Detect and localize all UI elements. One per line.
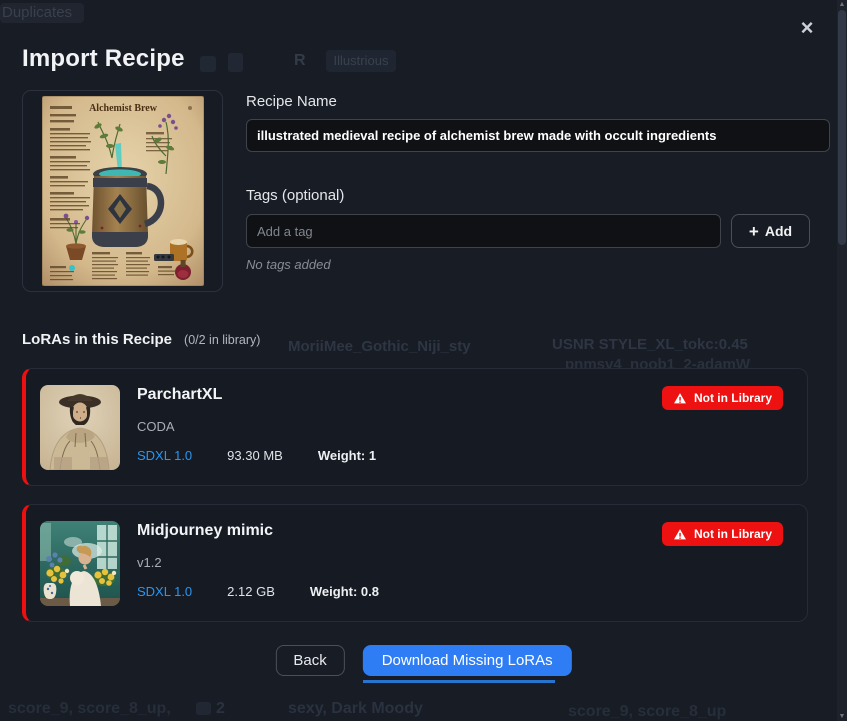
page-title: Import Recipe [22, 45, 185, 73]
background-count: 2 [216, 700, 225, 718]
add-tag-label: Add [765, 223, 792, 239]
tag-input[interactable] [246, 214, 721, 248]
background-prompt-text: score_9, score_8_up [568, 703, 726, 721]
status-badge: Not in Library [662, 386, 783, 410]
scrollbar-thumb[interactable] [838, 10, 846, 245]
lora-name: Midjourney mimic [137, 522, 273, 540]
background-model-pill: Illustrious [326, 50, 396, 72]
import-recipe-modal: Duplicates R Illustrious MoriiMee_Gothic… [0, 0, 847, 721]
lora-thumbnail [40, 521, 120, 606]
modal-footer: Back Download Missing LoRAs [275, 645, 571, 676]
recipe-preview-image: Alchemist Brew [42, 96, 204, 286]
scrollbar[interactable]: ▲ ▼ [837, 0, 847, 721]
background-share-icon [200, 56, 216, 72]
lora-weight: Weight: 1 [318, 448, 376, 463]
file-size: 93.30 MB [227, 448, 283, 463]
base-model-label: SDXL 1.0 [137, 448, 192, 463]
scroll-up-icon[interactable]: ▲ [837, 1, 847, 8]
background-prompt-text: sexy, Dark Moody [288, 700, 423, 718]
background-prompt-text: score_9, score_8_up, [8, 700, 171, 718]
status-badge: Not in Library [662, 522, 783, 546]
background-layers-icon [196, 702, 211, 715]
scroll-down-icon[interactable]: ▼ [837, 713, 847, 720]
file-size: 2.12 GB [227, 584, 275, 599]
loras-heading: LoRAs in this Recipe [22, 331, 172, 348]
warning-icon [673, 392, 687, 405]
lora-version: v1.2 [137, 555, 783, 570]
tags-label: Tags (optional) [246, 187, 344, 204]
close-icon[interactable]: × [794, 15, 820, 41]
status-badge-label: Not in Library [694, 391, 772, 405]
recipe-name-input[interactable] [246, 119, 830, 152]
loras-section-header: LoRAs in this Recipe (0/2 in library) [22, 331, 260, 348]
lora-card-midjourney-mimic: Midjourney mimic Not in Library v1.2 SDX… [22, 504, 808, 622]
warning-icon [673, 528, 687, 541]
lora-weight: Weight: 0.8 [310, 584, 379, 599]
add-tag-button[interactable]: + Add [731, 214, 810, 248]
loras-library-count: (0/2 in library) [184, 333, 260, 347]
plus-icon: + [749, 223, 759, 240]
recipe-preview-card: Alchemist Brew [22, 90, 223, 292]
background-model-badge: R [294, 52, 306, 70]
no-tags-text: No tags added [246, 257, 331, 272]
lora-card-parchartxl: ParchartXL Not in Library CODA SDXL 1.0 … [22, 368, 808, 486]
background-trash-icon [228, 53, 243, 72]
background-progress-bar [363, 680, 555, 683]
lora-version: CODA [137, 419, 783, 434]
lora-name: ParchartXL [137, 386, 222, 404]
thumbnail-title: Alchemist Brew [89, 103, 158, 114]
background-lora-name: USNR STYLE_XL_tokc:0.45 [552, 336, 748, 353]
background-lora-name: MoriiMee_Gothic_Niji_sty [288, 338, 471, 355]
download-missing-loras-button[interactable]: Download Missing LoRAs [363, 645, 572, 676]
recipe-name-label: Recipe Name [246, 93, 337, 110]
base-model-label: SDXL 1.0 [137, 584, 192, 599]
background-duplicates-chip: Duplicates [0, 3, 84, 23]
lora-thumbnail [40, 385, 120, 470]
back-button[interactable]: Back [275, 645, 344, 676]
status-badge-label: Not in Library [694, 527, 772, 541]
